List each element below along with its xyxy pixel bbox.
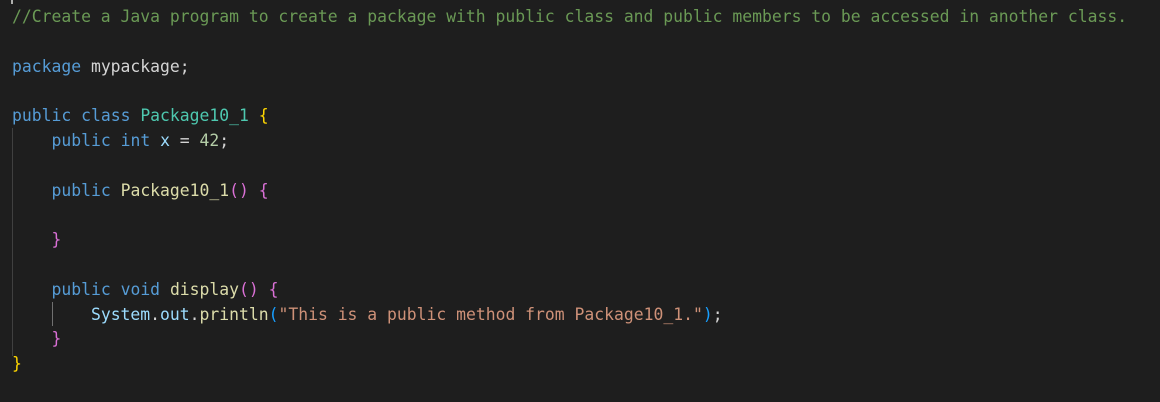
code-line[interactable]: System.out.println("This is a public met… xyxy=(12,303,723,327)
code-token: mypackage; xyxy=(81,56,190,76)
code-token: } xyxy=(51,230,62,250)
code-token: x xyxy=(160,131,170,150)
code-token: () xyxy=(239,279,259,299)
code-line[interactable]: public Package10_1() { xyxy=(12,179,269,203)
code-token: { xyxy=(258,180,269,200)
code-line[interactable]: } xyxy=(12,327,61,351)
code-token: "This is a public method from Package10_… xyxy=(278,304,703,324)
code-token: println xyxy=(199,304,269,324)
code-token: ( xyxy=(268,304,279,324)
code-line[interactable]: } xyxy=(12,352,22,376)
code-line[interactable]: package mypackage; xyxy=(12,55,190,79)
code-token: 42 xyxy=(199,131,220,150)
code-token: class xyxy=(81,106,131,126)
code-token: public xyxy=(51,180,111,200)
code-token: package xyxy=(12,56,82,76)
code-token: void xyxy=(120,279,161,299)
code-token: ) xyxy=(702,304,713,324)
code-token: } xyxy=(51,329,62,349)
code-token: Package10_1 xyxy=(120,180,230,200)
code-token: = xyxy=(169,131,200,150)
code-token: out xyxy=(160,304,190,324)
text-cursor xyxy=(11,0,13,4)
code-line[interactable]: public void display() { xyxy=(12,278,279,302)
code-token: Package10_1 xyxy=(140,106,249,126)
code-token: display xyxy=(169,279,240,299)
code-line[interactable]: } xyxy=(12,228,61,252)
code-token: { xyxy=(258,106,269,126)
code-token: . xyxy=(150,304,161,324)
code-line[interactable]: //Create a Java program to create a pack… xyxy=(12,5,1127,29)
code-line[interactable]: public class Package10_1 { xyxy=(12,104,269,128)
code-line[interactable]: public int x = 42; xyxy=(12,129,229,153)
code-token: public xyxy=(51,279,111,299)
code-token: public xyxy=(51,131,111,150)
code-token: int xyxy=(120,131,151,150)
code-token: ; xyxy=(219,131,230,150)
code-token: { xyxy=(268,279,279,299)
code-token: System xyxy=(90,304,151,324)
code-token: () xyxy=(229,180,249,200)
code-token: ; xyxy=(712,304,723,324)
code-token: . xyxy=(189,304,200,324)
code-token: } xyxy=(12,354,22,374)
code-editor[interactable]: //Create a Java program to create a pack… xyxy=(0,0,1160,402)
code-token: public xyxy=(12,106,72,126)
code-token: //Create a Java program to create a pack… xyxy=(12,7,1128,26)
